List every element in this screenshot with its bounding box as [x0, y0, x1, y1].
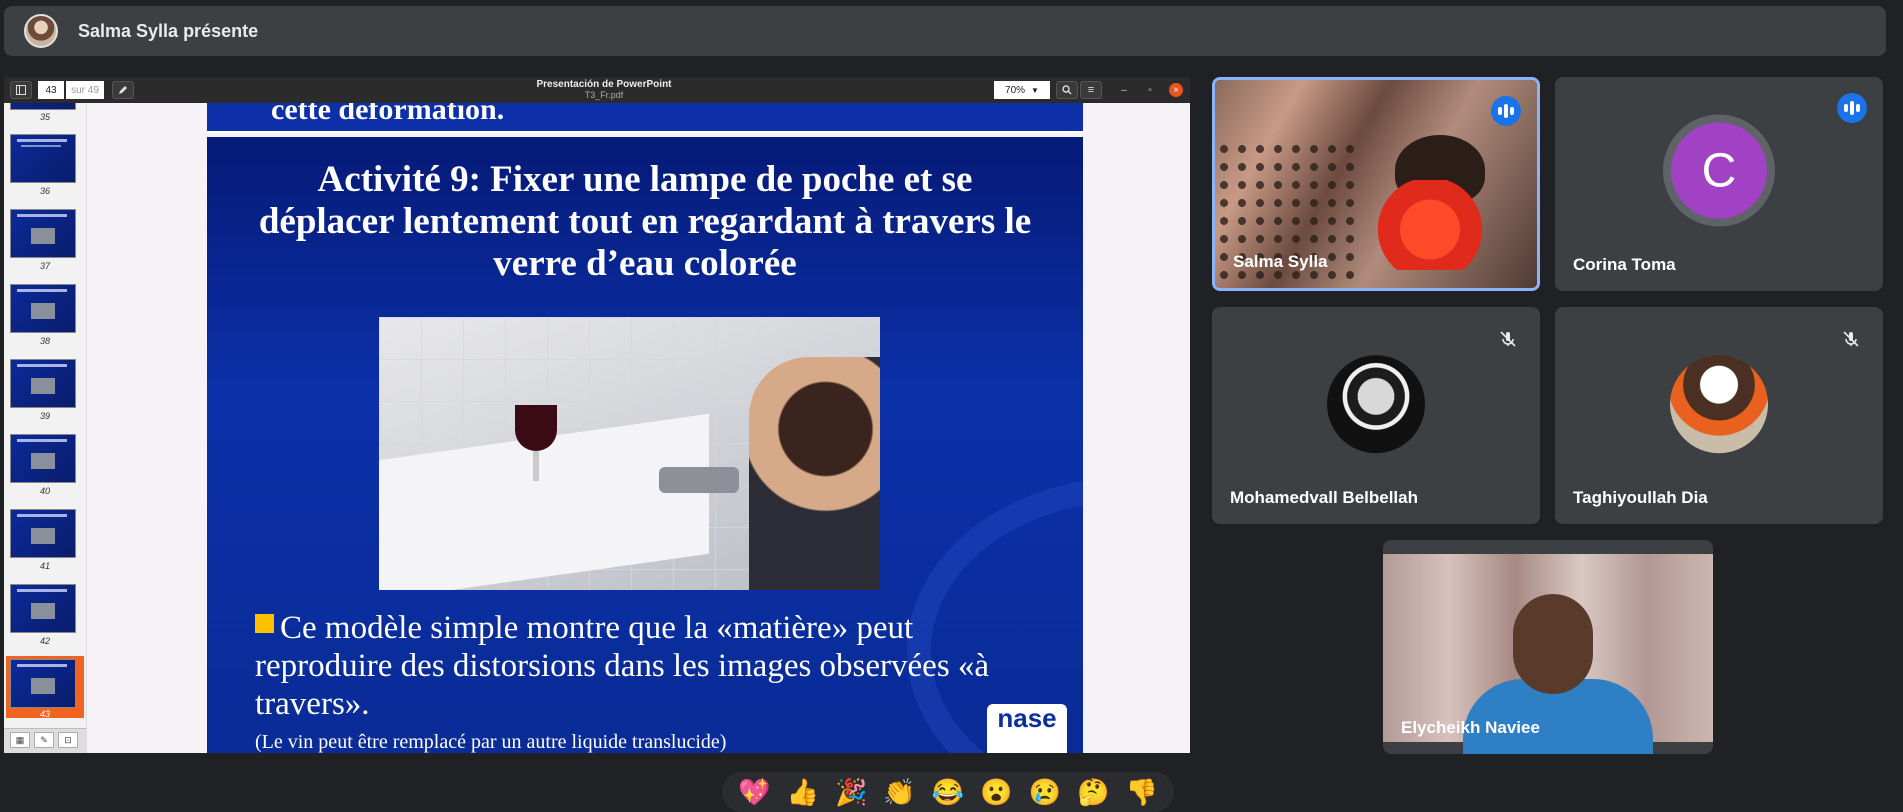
previous-slide: cette déformation.	[207, 103, 1083, 133]
search-icon	[1062, 85, 1072, 95]
annotations-view-button[interactable]: ✎	[34, 732, 54, 748]
hamburger-icon: ≡	[1087, 84, 1095, 96]
thumbnail-number: 35	[39, 112, 50, 122]
pdf-viewer-window: 43 sur 49 Presentación de PowerPoint T3_…	[4, 77, 1190, 753]
thumbnail-page[interactable]	[10, 584, 76, 633]
edit-icon: ✎	[40, 734, 48, 745]
slide-note: (Le vin peut être remplacé par un autre …	[255, 731, 727, 753]
thumbnail-number: 42	[39, 636, 50, 646]
pencil-icon	[119, 86, 127, 94]
zoom-value: 70%	[1005, 84, 1026, 96]
reaction-laugh-icon[interactable]: 😂	[932, 779, 964, 805]
thumbnail-page-active[interactable]	[10, 659, 76, 708]
sidebar-icon	[16, 85, 26, 95]
bullet-square-icon	[255, 614, 274, 633]
sidebar-toggle-button[interactable]	[10, 81, 32, 99]
reaction-thumbs-up-icon[interactable]: 👍	[787, 779, 819, 805]
previous-slide-text: cette déformation.	[271, 103, 505, 126]
search-button[interactable]	[1056, 81, 1078, 99]
thumbnail-number: 43	[39, 709, 50, 719]
participant-name: Corina Toma	[1573, 255, 1676, 274]
thumbnail-page[interactable]	[10, 103, 76, 110]
reactions-bar: 💖 👍 🎉 👏 😂 😮 😢 🤔 👎	[722, 772, 1174, 812]
reaction-thinking-icon[interactable]: 🤔	[1077, 779, 1109, 805]
avatar: C	[1663, 114, 1775, 227]
window-title: Presentación de PowerPoint	[536, 79, 672, 90]
participant-tile-mohamedvall-belbellah[interactable]: Mohamedvall Belbellah	[1212, 307, 1540, 524]
grid-icon: ▦	[15, 734, 25, 745]
speaking-indicator-icon	[1491, 96, 1521, 126]
presenter-avatar	[24, 14, 58, 48]
participant-video	[1383, 554, 1713, 754]
close-icon: ×	[1173, 84, 1179, 96]
thumbnail-page[interactable]	[10, 284, 76, 333]
minimize-button[interactable]: –	[1117, 83, 1131, 97]
mic-off-icon	[1496, 327, 1520, 351]
document-canvas[interactable]: cette déformation. Activité 9: Fixer une…	[87, 103, 1190, 753]
reaction-thumbs-down-icon[interactable]: 👎	[1126, 779, 1158, 805]
window-filename: T3_Fr.pdf	[584, 90, 624, 100]
slide-bullet-text: Ce modèle simple montre que la «matière»…	[255, 610, 990, 722]
speaking-indicator-icon	[1837, 93, 1867, 123]
thumbnail-number: 37	[39, 261, 50, 271]
minimize-icon: –	[1121, 84, 1127, 96]
thumbnail-page[interactable]	[10, 509, 76, 558]
mic-off-icon	[1839, 327, 1863, 351]
page-total-label: sur 49	[66, 81, 104, 99]
thumbnail-number: 39	[39, 411, 50, 421]
maximize-button[interactable]: ▫	[1143, 83, 1157, 97]
viewer-toolbar: 43 sur 49 Presentación de PowerPoint T3_…	[4, 77, 1190, 103]
reaction-party-icon[interactable]: 🎉	[835, 779, 867, 805]
participant-tile-salma-sylla[interactable]: Salma Sylla	[1212, 77, 1540, 291]
slide-photo	[379, 317, 880, 590]
avatar	[1670, 354, 1768, 453]
participant-name: Mohamedvall Belbellah	[1230, 488, 1418, 507]
thumbnail-page[interactable]	[10, 134, 76, 183]
page-number-input[interactable]: 43	[38, 81, 64, 99]
slide-bullet: Ce modèle simple montre que la «matière»…	[255, 609, 1035, 723]
close-button[interactable]: ×	[1169, 83, 1183, 97]
presenter-bar: Salma Sylla présente	[4, 6, 1886, 56]
participant-tile-elycheikh-naviee[interactable]: Elycheikh Naviee	[1383, 540, 1713, 754]
reaction-surprised-icon[interactable]: 😮	[980, 779, 1012, 805]
avatar	[1327, 354, 1425, 453]
thumbnail-page[interactable]	[10, 359, 76, 408]
thumbnail-number: 38	[39, 336, 50, 346]
slide-title: Activité 9: Fixer une lampe de poche et …	[258, 159, 1032, 284]
thumbnail-number: 41	[39, 561, 50, 571]
participant-tile-corina-toma[interactable]: C Corina Toma	[1555, 77, 1883, 291]
slide-logo: nase	[987, 704, 1067, 753]
restore-icon: ▫	[1148, 84, 1152, 96]
menu-button[interactable]: ≡	[1080, 81, 1102, 99]
zoom-select[interactable]: 70% ▼	[994, 81, 1050, 99]
thumbnail-sidebar: 35 36 37 38 39 40 41 42 43 ▦ ✎ ⊡	[4, 103, 87, 753]
thumbnail-number: 40	[39, 486, 50, 496]
participant-name: Salma Sylla	[1233, 252, 1328, 271]
chevron-down-icon: ▼	[1031, 85, 1039, 95]
bookmarks-view-button[interactable]: ⊡	[58, 732, 78, 748]
thumbnail-number: 36	[39, 186, 50, 196]
current-slide: Activité 9: Fixer une lampe de poche et …	[207, 137, 1083, 753]
sidebar-footer: ▦ ✎ ⊡	[4, 728, 86, 753]
reaction-sad-icon[interactable]: 😢	[1029, 779, 1061, 805]
bookmark-icon: ⊡	[64, 734, 72, 745]
thumbnail-page[interactable]	[10, 434, 76, 483]
participant-tile-taghiyoullah-dia[interactable]: Taghiyoullah Dia	[1555, 307, 1883, 524]
thumbnails-view-button[interactable]: ▦	[10, 732, 30, 748]
thumbnail-page[interactable]	[10, 209, 76, 258]
annotate-button[interactable]	[112, 81, 134, 99]
reaction-clap-icon[interactable]: 👏	[883, 779, 915, 805]
presenter-title: Salma Sylla présente	[78, 20, 259, 41]
participant-name: Taghiyoullah Dia	[1573, 488, 1708, 507]
reaction-heart-icon[interactable]: 💖	[738, 779, 770, 805]
participant-name: Elycheikh Naviee	[1401, 718, 1540, 737]
